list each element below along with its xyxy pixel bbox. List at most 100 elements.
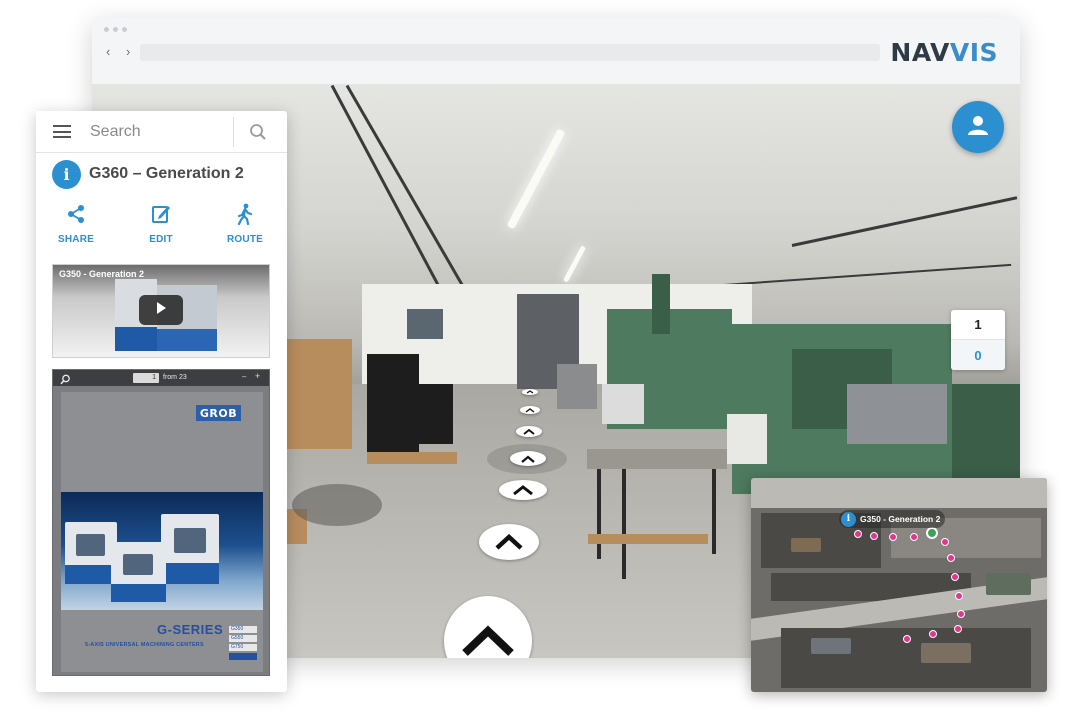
route-dot — [951, 573, 959, 581]
route-dot — [947, 554, 955, 562]
machine-housing — [847, 384, 947, 444]
cart — [557, 364, 597, 409]
pdf-page-input[interactable]: 1 — [133, 373, 159, 383]
share-icon — [65, 203, 87, 230]
edit-button[interactable]: EDIT — [126, 203, 196, 247]
mini-map[interactable]: i G350 - Generation 2 — [751, 478, 1047, 692]
map-detail — [811, 638, 851, 654]
nav-marker[interactable] — [510, 451, 546, 466]
model-label-bar — [229, 653, 257, 660]
nav-marker[interactable] — [522, 389, 538, 395]
nav-marker[interactable] — [516, 426, 542, 437]
logo-vis: VIS — [949, 38, 998, 67]
route-dot — [910, 533, 918, 541]
series-title: G-SERIES — [157, 622, 224, 637]
user-icon — [966, 113, 990, 142]
machine-image — [111, 542, 166, 602]
floor-0-button[interactable]: 0 — [951, 340, 1005, 370]
model-label: G550 — [229, 635, 257, 642]
pdf-cover-photo — [61, 492, 263, 610]
route-dot — [941, 538, 949, 546]
pdf-cover-bottom: G-SERIES 5-AXIS UNIVERSAL MACHINING CENT… — [61, 610, 263, 672]
model-label: G350 — [229, 626, 257, 633]
logo-nav: NAV — [890, 38, 950, 67]
search-input[interactable] — [90, 121, 230, 143]
pdf-page-count: from 23 — [163, 374, 187, 381]
cardboard-box — [287, 339, 352, 449]
user-button[interactable] — [952, 101, 1004, 153]
pdf-page[interactable]: GROB G-SERIES 5-AXIS UNIVERSAL MACHINING… — [61, 392, 263, 672]
table-leg — [622, 469, 626, 579]
walking-person-icon — [234, 203, 256, 230]
table-leg — [712, 469, 716, 554]
poi-header: i G360 – Generation 2 — [52, 159, 277, 189]
machine-column — [652, 274, 670, 334]
machine-image — [161, 514, 219, 584]
nav-marker[interactable] — [479, 524, 539, 560]
black-crates — [417, 384, 453, 444]
current-position-marker — [926, 527, 938, 539]
nav-marker[interactable] — [520, 406, 540, 414]
video-title: G350 - Generation 2 — [59, 269, 145, 279]
info-icon: i — [52, 159, 81, 189]
map-detail — [921, 643, 971, 663]
info-icon: i — [841, 511, 856, 527]
table-leg — [597, 469, 601, 559]
search-divider — [233, 117, 234, 147]
route-dot — [929, 630, 937, 638]
grob-logo: GROB — [196, 405, 241, 421]
map-detail — [986, 573, 1031, 595]
play-icon — [154, 301, 168, 320]
map-poi-title: G350 - Generation 2 — [860, 514, 941, 524]
side-panel: i G360 – Generation 2 SHARE EDIT ROUT — [36, 111, 287, 692]
route-button[interactable]: ROUTE — [210, 203, 280, 247]
address-bar[interactable] — [140, 44, 880, 61]
search-bar — [36, 111, 287, 153]
wood-plank — [588, 534, 708, 544]
map-poi-label[interactable]: i G350 - Generation 2 — [839, 510, 946, 528]
route-dot — [870, 532, 878, 540]
zoom-out-button[interactable]: – — [242, 372, 246, 381]
wall-monitor — [407, 309, 443, 339]
route-dot — [955, 592, 963, 600]
model-label: G750 — [229, 644, 257, 651]
edit-icon — [150, 203, 172, 230]
hamburger-icon[interactable] — [53, 125, 71, 138]
video-attachment[interactable]: G350 - Generation 2 — [52, 264, 270, 358]
play-button[interactable] — [139, 295, 183, 325]
floor-1-button[interactable]: 1 — [951, 310, 1005, 340]
stage: ‹ › NAVVIS 1 0 Search i G360 – Generatio… — [0, 0, 1080, 725]
machine-image — [65, 522, 117, 584]
zoom-in-button[interactable]: + — [255, 371, 260, 381]
route-dot — [954, 625, 962, 633]
zoom-icon[interactable] — [60, 372, 71, 390]
window-controls[interactable] — [104, 27, 127, 32]
video-machine-base — [157, 329, 217, 351]
black-crates — [367, 354, 419, 454]
route-dot — [854, 530, 862, 538]
navvis-logo: NAVVIS — [890, 38, 998, 67]
share-button[interactable]: SHARE — [41, 203, 111, 247]
nav-marker[interactable] — [499, 480, 547, 500]
video-machine-base — [115, 327, 157, 351]
workbench — [952, 384, 1020, 484]
pdf-attachment: 1 from 23 – + GROB G-SERIES 5-AXIS UNIVE… — [52, 369, 270, 676]
route-label: ROUTE — [227, 234, 263, 245]
poi-actions: SHARE EDIT ROUTE — [36, 203, 287, 247]
share-label: SHARE — [57, 234, 94, 245]
pallet — [367, 452, 457, 464]
floor-switcher: 1 0 — [951, 310, 1005, 370]
edit-label: EDIT — [149, 234, 173, 245]
route-dot — [889, 533, 897, 541]
browser-nav-buttons[interactable]: ‹ › — [106, 44, 136, 59]
machine-panel — [727, 414, 767, 464]
route-dot — [903, 635, 911, 643]
work-table — [587, 449, 727, 469]
poi-title: G360 – Generation 2 — [89, 165, 244, 182]
pdf-cover-top: GROB — [61, 392, 263, 492]
search-icon[interactable] — [249, 123, 267, 146]
map-detail — [791, 538, 821, 552]
route-dot — [957, 610, 965, 618]
series-subtitle: 5-AXIS UNIVERSAL MACHINING CENTERS — [85, 642, 204, 648]
floor-stain — [292, 484, 382, 526]
